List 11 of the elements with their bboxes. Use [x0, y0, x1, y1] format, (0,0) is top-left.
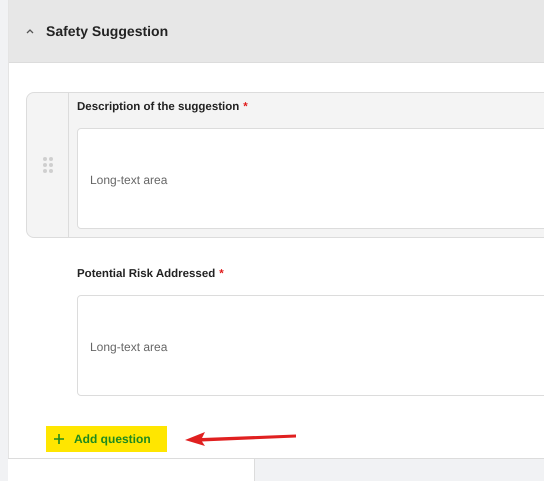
long-text-field[interactable]: Long-text area: [77, 295, 544, 396]
section-title: Safety Suggestion: [46, 23, 168, 39]
question-label: Potential Risk Addressed *: [77, 268, 225, 282]
question-card[interactable]: Potential Risk Addressed * Long-text area: [26, 259, 544, 405]
long-text-field[interactable]: Long-text area: [77, 128, 544, 229]
question-label: Description of the suggestion *: [77, 101, 249, 115]
question-card[interactable]: Description of the suggestion * Long-text area: [26, 92, 544, 238]
add-question-button[interactable]: Add question: [46, 426, 167, 452]
chevron-up-icon[interactable]: [26, 28, 34, 34]
drag-handle-icon[interactable]: [42, 157, 52, 173]
plus-icon: [54, 434, 64, 444]
